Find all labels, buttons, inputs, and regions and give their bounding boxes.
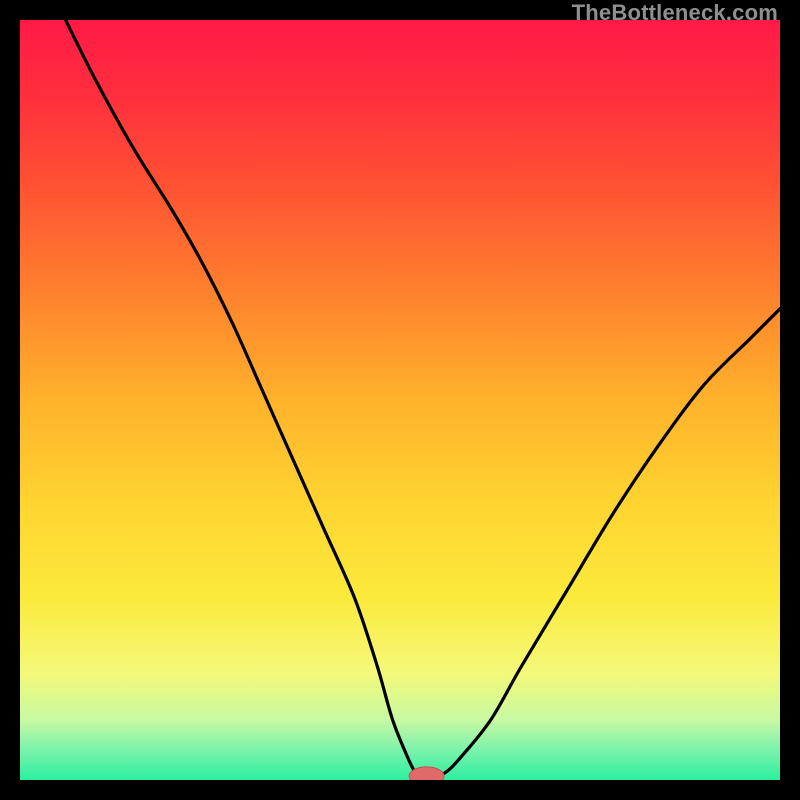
gradient-background <box>20 20 780 780</box>
bottleneck-plot <box>20 20 780 780</box>
chart-frame <box>20 20 780 780</box>
watermark-text: TheBottleneck.com <box>572 0 778 26</box>
